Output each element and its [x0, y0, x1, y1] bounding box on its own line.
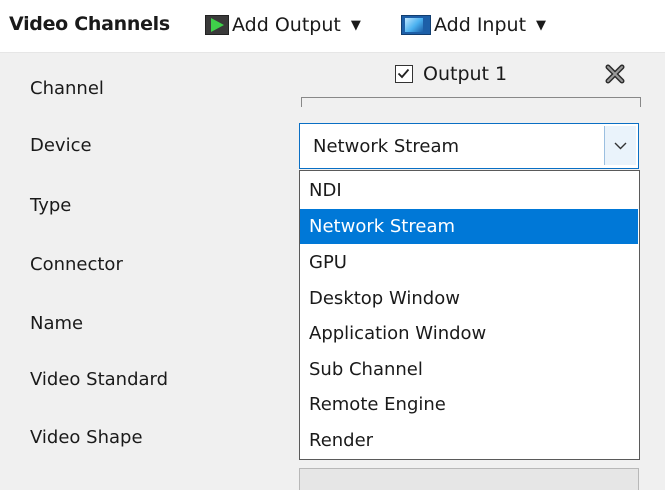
toolbar: Video Channels Add Output ▼ Add Input ▼: [0, 0, 665, 53]
device-dropdown-list: NDI Network Stream GPU Desktop Window Ap…: [299, 170, 640, 460]
add-input-icon: [401, 15, 431, 35]
dropdown-option-render[interactable]: Render: [300, 423, 638, 458]
checkbox-checked-icon: [397, 68, 410, 79]
toolbar-title: Video Channels: [9, 13, 170, 35]
add-output-icon: [205, 15, 229, 35]
type-label: Type: [30, 195, 72, 216]
video-standard-label: Video Standard: [30, 369, 169, 390]
device-select[interactable]: Network Stream: [299, 123, 639, 169]
channel-label: Channel: [30, 78, 104, 99]
dropdown-option-sub-channel[interactable]: Sub Channel: [300, 352, 638, 387]
output-name-label: Output 1: [423, 63, 508, 85]
dropdown-option-remote-engine[interactable]: Remote Engine: [300, 387, 638, 422]
device-label: Device: [30, 135, 92, 156]
partially-visible-field: [299, 468, 639, 490]
add-output-label: Add Output: [232, 14, 341, 36]
chevron-down-icon: [614, 142, 627, 149]
add-input-dropdown-caret-icon[interactable]: ▼: [536, 18, 546, 33]
device-select-arrow-button[interactable]: [604, 126, 636, 165]
dropdown-option-ndi[interactable]: NDI: [300, 173, 638, 208]
dropdown-option-desktop-window[interactable]: Desktop Window: [300, 281, 638, 316]
output-column-header: Output 1: [395, 60, 507, 88]
output-enable-checkbox[interactable]: [395, 65, 413, 83]
add-output-button[interactable]: Add Output ▼: [205, 10, 361, 40]
name-label: Name: [30, 313, 84, 334]
add-input-label: Add Input: [434, 14, 527, 36]
add-output-dropdown-caret-icon[interactable]: ▼: [351, 18, 361, 33]
dropdown-option-network-stream[interactable]: Network Stream: [300, 209, 638, 244]
connector-label: Connector: [30, 254, 123, 275]
add-input-button[interactable]: Add Input ▼: [401, 10, 546, 40]
output-column-bracket: [301, 97, 641, 107]
device-select-value: Network Stream: [313, 136, 460, 157]
remove-output-icon[interactable]: [604, 63, 626, 85]
video-shape-label: Video Shape: [30, 427, 143, 448]
dropdown-option-gpu[interactable]: GPU: [300, 245, 638, 280]
dropdown-option-application-window[interactable]: Application Window: [300, 316, 638, 351]
